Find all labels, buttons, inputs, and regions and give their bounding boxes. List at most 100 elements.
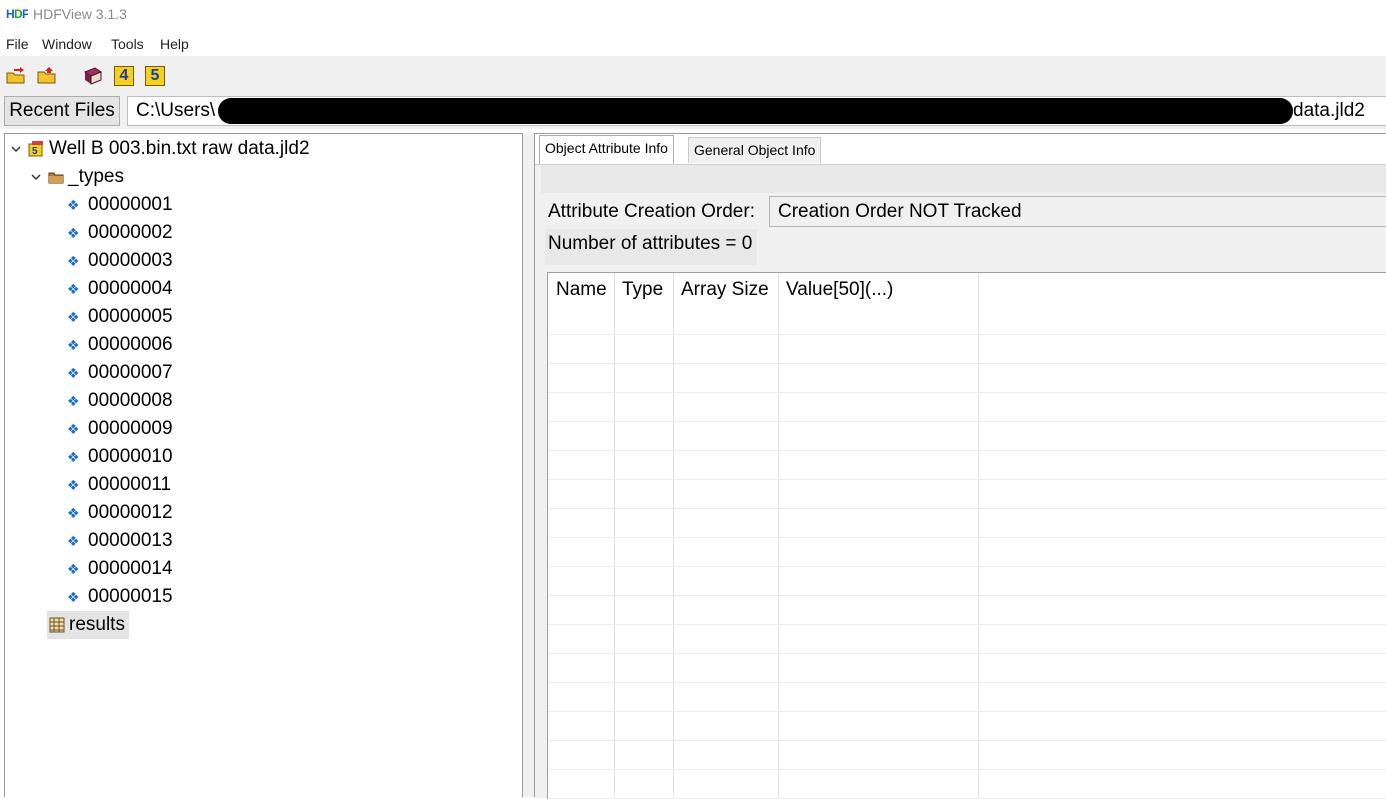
table-row-line bbox=[548, 508, 1386, 509]
hdf4-icon[interactable]: 4 bbox=[114, 66, 134, 86]
table-row-line bbox=[548, 595, 1386, 596]
table-icon bbox=[49, 617, 65, 633]
column-header-array-size[interactable]: Array Size bbox=[673, 273, 778, 307]
datatype-icon: ❖ bbox=[67, 309, 80, 325]
tree-datatype-label: 00000002 bbox=[88, 222, 173, 243]
column-divider bbox=[978, 273, 979, 799]
table-row-line bbox=[548, 769, 1386, 770]
tree-datatype-label: 00000006 bbox=[88, 334, 173, 355]
menu-help[interactable]: Help bbox=[160, 36, 189, 52]
tree-datatype-label: 00000015 bbox=[88, 586, 173, 607]
tree-group-row[interactable]: _types bbox=[5, 164, 520, 190]
recent-files-button[interactable]: Recent Files bbox=[4, 96, 120, 126]
tab-general-object-info[interactable]: General Object Info bbox=[688, 137, 822, 163]
open-folder-icon[interactable] bbox=[37, 66, 57, 86]
svg-text:5: 5 bbox=[32, 146, 38, 157]
datatype-icon: ❖ bbox=[67, 337, 80, 353]
tab-object-attribute-info[interactable]: Object Attribute Info bbox=[539, 135, 674, 164]
object-info-panel: Object Attribute Info General Object Inf… bbox=[534, 133, 1386, 799]
header-strip bbox=[541, 165, 1386, 193]
tree-dataset-row[interactable]: results bbox=[47, 612, 129, 638]
tree-datatype-label: 00000008 bbox=[88, 390, 173, 411]
hdf-logo-icon: H D F bbox=[6, 7, 28, 21]
menu-tools[interactable]: Tools bbox=[111, 36, 144, 52]
datatype-icon: ❖ bbox=[67, 281, 80, 297]
path-suffix: data.jld2 bbox=[1293, 100, 1365, 121]
menu-window[interactable]: Window bbox=[42, 36, 92, 52]
attribute-count-label: Number of attributes = 0 bbox=[545, 229, 757, 265]
tree-datatype-row[interactable]: ❖ 00000007 bbox=[5, 360, 520, 386]
table-row-line bbox=[548, 334, 1386, 335]
table-row-line bbox=[548, 537, 1386, 538]
datatype-icon: ❖ bbox=[67, 533, 80, 549]
svg-text:F: F bbox=[22, 7, 28, 21]
column-header-value[interactable]: Value[50](...) bbox=[778, 273, 978, 307]
datatype-icon: ❖ bbox=[67, 505, 80, 521]
column-divider bbox=[673, 273, 674, 799]
tree-datatype-row[interactable]: ❖ 00000005 bbox=[5, 304, 520, 330]
file-tree-panel: 5 Well B 003.bin.txt raw data.jld2 _type… bbox=[4, 133, 523, 797]
redaction-mark bbox=[218, 98, 1293, 124]
menu-bar: File Window Tools Help bbox=[0, 32, 1386, 56]
hdf5-file-icon: 5 bbox=[28, 141, 43, 157]
table-row-line bbox=[548, 421, 1386, 422]
menu-file[interactable]: File bbox=[6, 36, 29, 52]
datatype-icon: ❖ bbox=[67, 589, 80, 605]
datatype-icon: ❖ bbox=[67, 449, 80, 465]
column-header-type[interactable]: Type bbox=[614, 273, 673, 307]
tree-datatype-label: 00000004 bbox=[88, 278, 173, 299]
tree-datatype-row[interactable]: ❖ 00000011 bbox=[5, 472, 520, 498]
panel-splitter[interactable] bbox=[523, 133, 534, 797]
tree-datatype-row[interactable]: ❖ 00000002 bbox=[5, 220, 520, 246]
folder-icon bbox=[48, 172, 64, 184]
datatype-icon: ❖ bbox=[67, 365, 80, 381]
tree-datatype-row[interactable]: ❖ 00000015 bbox=[5, 584, 520, 610]
table-row-line bbox=[548, 392, 1386, 393]
tree-datatype-row[interactable]: ❖ 00000010 bbox=[5, 444, 520, 470]
toolbar: 4 5 bbox=[0, 56, 1386, 94]
tree-datatype-label: 00000003 bbox=[88, 250, 173, 271]
tab-bar: Object Attribute Info General Object Inf… bbox=[535, 134, 1386, 164]
creation-order-field: Creation Order NOT Tracked bbox=[769, 196, 1386, 227]
book-icon[interactable] bbox=[83, 66, 103, 86]
table-row-line bbox=[548, 624, 1386, 625]
column-header-name[interactable]: Name bbox=[548, 273, 615, 307]
creation-order-label: Attribute Creation Order: bbox=[548, 201, 755, 222]
title-bar: H D F HDFView 3.1.3 bbox=[0, 0, 1386, 30]
column-divider bbox=[778, 273, 779, 799]
table-row-line bbox=[548, 479, 1386, 480]
tree-datatype-row[interactable]: ❖ 00000013 bbox=[5, 528, 520, 554]
datatype-icon: ❖ bbox=[67, 421, 80, 437]
tree-dataset-label: results bbox=[69, 614, 125, 635]
tree-datatype-row[interactable]: ❖ 00000003 bbox=[5, 248, 520, 274]
table-row-line bbox=[548, 363, 1386, 364]
tree-datatype-row[interactable]: ❖ 00000014 bbox=[5, 556, 520, 582]
datatype-icon: ❖ bbox=[67, 393, 80, 409]
tree-datatype-row[interactable]: ❖ 00000009 bbox=[5, 416, 520, 442]
window-title: HDFView 3.1.3 bbox=[33, 6, 127, 22]
tree-datatype-row[interactable]: ❖ 00000004 bbox=[5, 276, 520, 302]
table-row-line bbox=[548, 653, 1386, 654]
table-row-line bbox=[548, 566, 1386, 567]
tree-root-label: Well B 003.bin.txt raw data.jld2 bbox=[49, 138, 310, 159]
file-path-field[interactable]: C:\Users\ data.jld2 bbox=[127, 96, 1386, 126]
tree-datatype-row[interactable]: ❖ 00000006 bbox=[5, 332, 520, 358]
attribute-tab-content: Attribute Creation Order: Creation Order… bbox=[535, 164, 1386, 799]
tree-datatype-row[interactable]: ❖ 00000008 bbox=[5, 388, 520, 414]
tree-datatype-label: 00000014 bbox=[88, 558, 173, 579]
table-row-line bbox=[548, 450, 1386, 451]
datatype-icon: ❖ bbox=[67, 477, 80, 493]
chevron-down-icon[interactable] bbox=[30, 171, 42, 183]
table-row-line bbox=[548, 682, 1386, 683]
datatype-icon: ❖ bbox=[67, 197, 80, 213]
tree-root-row[interactable]: 5 Well B 003.bin.txt raw data.jld2 bbox=[5, 136, 520, 162]
hdf5-icon[interactable]: 5 bbox=[145, 66, 165, 86]
datatype-icon: ❖ bbox=[67, 561, 80, 577]
open-file-icon[interactable] bbox=[6, 66, 26, 86]
chevron-down-icon[interactable] bbox=[10, 143, 22, 155]
tree-datatype-row[interactable]: ❖ 00000001 bbox=[5, 192, 520, 218]
tree-datatype-row[interactable]: ❖ 00000012 bbox=[5, 500, 520, 526]
table-row-line bbox=[548, 711, 1386, 712]
path-row: Recent Files C:\Users\ data.jld2 bbox=[0, 93, 1386, 129]
attribute-table[interactable]: Name Type Array Size Value[50](...) bbox=[547, 272, 1386, 799]
